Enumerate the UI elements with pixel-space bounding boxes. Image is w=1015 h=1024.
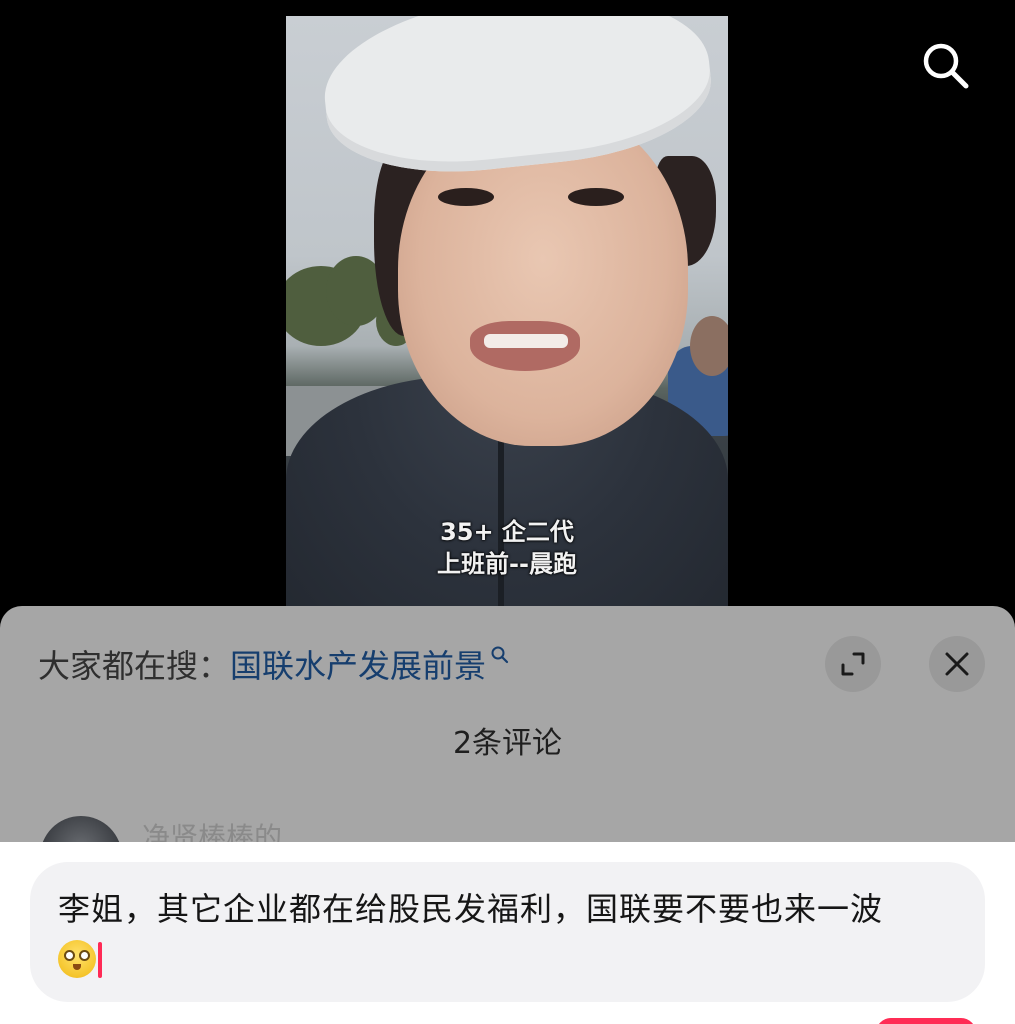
hot-search-label: 大家都在搜：	[38, 647, 231, 685]
person-eye	[568, 188, 624, 206]
expand-button[interactable]	[825, 636, 881, 692]
comment-input-text: 李姐，其它企业都在给股民发福利，国联要不要也来一波	[58, 890, 884, 928]
smiling-face-emoji-icon	[58, 940, 96, 978]
person-eye	[438, 188, 494, 206]
screen: 35+ 企二代 上班前--晨跑 大家都在搜： 国联水产发展前景 2条评论 净贤棒…	[0, 0, 1015, 1024]
send-button[interactable]	[876, 1018, 976, 1024]
hot-search-term[interactable]: 国联水产发展前景	[230, 641, 486, 687]
video-player[interactable]: 35+ 企二代 上班前--晨跑	[286, 16, 728, 616]
video-caption-line1: 35+ 企二代	[440, 518, 574, 546]
comment-count: 2条评论	[452, 726, 563, 761]
person-teeth	[484, 334, 568, 348]
video-caption-line2: 上班前--晨跑	[437, 550, 577, 578]
person-cap	[316, 16, 718, 186]
search-button[interactable]	[918, 38, 974, 94]
comment-input-content[interactable]: 李姐，其它企业都在给股民发福利，国联要不要也来一波	[58, 884, 958, 984]
hot-search-bar[interactable]: 大家都在搜： 国联水产发展前景	[38, 640, 510, 688]
close-icon	[945, 652, 969, 676]
text-caret	[98, 942, 102, 978]
close-button[interactable]	[929, 636, 985, 692]
bystander-head	[690, 316, 728, 376]
video-caption: 35+ 企二代 上班前--晨跑	[286, 516, 728, 580]
mini-search-icon	[491, 646, 509, 664]
expand-icon	[841, 652, 865, 676]
search-icon	[923, 43, 969, 89]
